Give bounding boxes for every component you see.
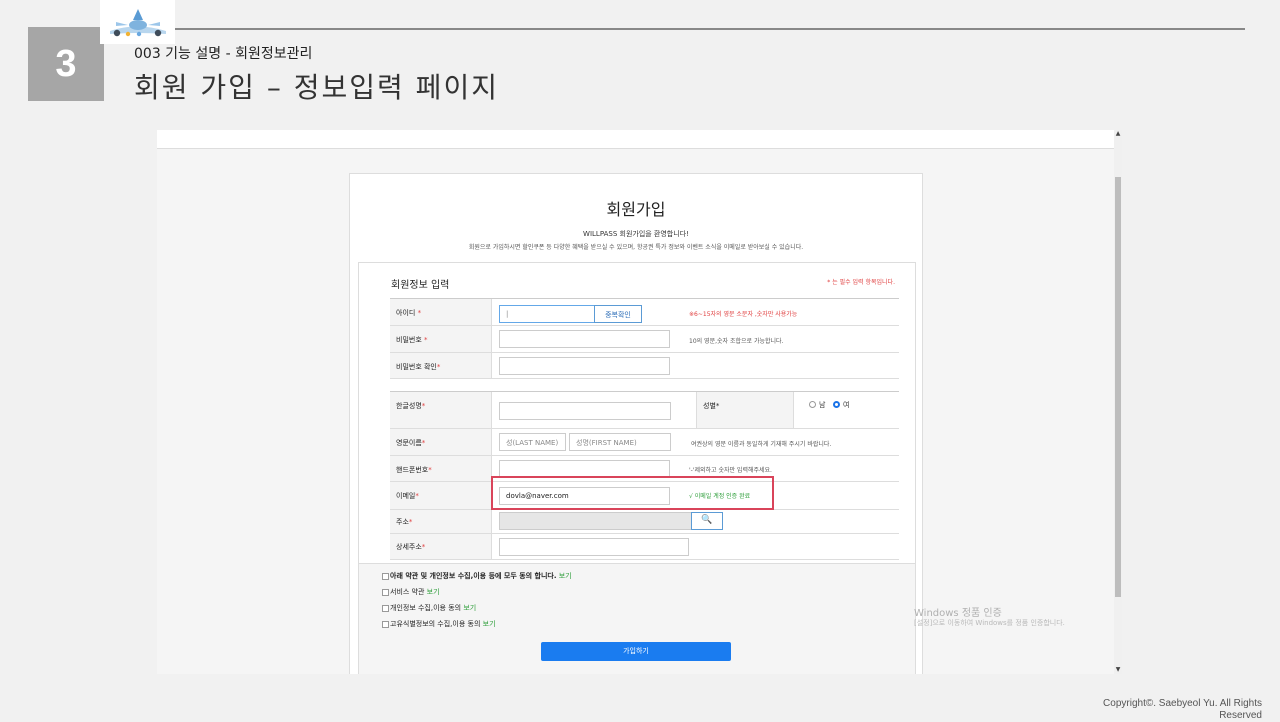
password-hint: 10의 영문,숫자 조합으로 가능합니다. [689,338,784,345]
first-name-input[interactable]: 성명(FIRST NAME) [569,433,671,451]
personal-table: 한글성명* 성별* 남 여 영문이름* 성(LAST NAME) 성명(FIRS… [390,391,899,560]
scroll-up-icon[interactable]: ▲ [1114,130,1122,138]
id-label: 아이디 * [390,299,492,325]
password-confirm-label: 비밀번호 확인* [390,353,492,378]
browser-viewport: ▲ ▼ 회원가입 WILLPASS 회원가입을 환영합니다! 회원으로 가입하시… [157,130,1122,674]
gender-male-label: 남 [819,401,826,409]
checkbox[interactable] [382,572,389,580]
signup-card: 회원가입 WILLPASS 회원가입을 환영합니다! 회원으로 가입하시면 할인… [349,173,923,674]
id-hint: ※6~15자의 영문 소문자 ,숫자만 사용가능 [689,311,798,318]
password-label: 비밀번호 * [390,326,492,352]
view-link[interactable]: 보기 [483,620,496,628]
form-heading: 회원정보 입력 [391,280,450,291]
agree-all-checkbox[interactable]: 아래 약관 및 개인정보 수집,이용 등에 모두 동의 합니다. 보기 [382,571,572,581]
last-name-input[interactable]: 성(LAST NAME) [499,433,566,451]
view-link[interactable]: 보기 [559,572,572,580]
english-name-label: 영문이름* [390,429,492,455]
gender-label: 성별* [696,392,794,428]
signup-submit-button[interactable]: 가입하기 [541,642,731,661]
gender-female-label: 여 [843,401,850,409]
password-input[interactable] [499,330,670,348]
phone-hint: '-'제외하고 숫자만 입력해주세요. [689,467,772,474]
checkbox[interactable] [382,588,389,596]
email-highlight-box [491,476,774,510]
vertical-scrollbar[interactable]: ▲ ▼ [1114,130,1122,674]
gender-male-radio[interactable] [809,401,816,408]
duplicate-check-button[interactable]: 중복확인 [594,305,642,323]
address-search-button[interactable]: 🔍 [691,512,723,530]
checkbox[interactable] [382,604,389,612]
email-label: 이메일* [390,482,492,509]
airplane-icon [100,0,175,44]
scroll-down-icon[interactable]: ▼ [1114,666,1122,674]
korean-name-label: 한글성명* [390,392,492,428]
welcome-description: 회원으로 가입하시면 할인쿠폰 등 다양한 혜택을 받으실 수 있으며, 항공권… [468,244,804,251]
slide-title: 회원 가입 – 정보입력 페이지 [134,71,499,104]
header-divider [175,28,1245,30]
required-note: * 는 필수 입력 항목입니다. [827,279,895,286]
account-table: 아이디 * | 중복확인 ※6~15자의 영문 소문자 ,숫자만 사용가능 비밀… [390,298,899,379]
table-row: 비밀번호 * 10의 영문,숫자 조합으로 가능합니다. [390,326,899,353]
slide-number: 3 [28,27,104,101]
checkbox[interactable] [382,620,389,628]
scrollbar-thumb[interactable] [1115,177,1121,597]
gender-female-radio[interactable] [833,401,840,408]
table-row: 상세주소* [390,534,899,560]
address-detail-input[interactable] [499,538,689,556]
table-row: 주소* 🔍 [390,510,899,534]
table-row: 비밀번호 확인* [390,353,899,379]
welcome-text: WILLPASS 회원가입을 환영합니다! [583,230,689,238]
page-top-bar [157,130,1114,149]
view-link[interactable]: 보기 [463,604,476,612]
page-heading: 회원가입 [606,200,666,219]
korean-name-input[interactable] [499,402,671,420]
id-input[interactable]: | [499,305,595,323]
member-info-form: 회원정보 입력 * 는 필수 입력 항목입니다. 아이디 * | 중복확인 ※6… [358,262,916,674]
password-confirm-input[interactable] [499,357,670,375]
agree-privacy-checkbox[interactable]: 개인정보 수집,이용 동의 보기 [382,603,476,613]
address-label: 주소* [390,510,492,533]
slide-subtitle: 003 기능 설명 - 회원정보관리 [134,46,313,62]
table-row: 아이디 * | 중복확인 ※6~15자의 영문 소문자 ,숫자만 사용가능 [390,299,899,326]
windows-activation-watermark: Windows 정품 인증 [914,608,1002,619]
phone-label: 핸드폰번호* [390,456,492,481]
table-row: 영문이름* 성(LAST NAME) 성명(FIRST NAME) 여권상의 영… [390,429,899,456]
view-link[interactable]: 보기 [427,588,440,596]
agree-unique-id-checkbox[interactable]: 고유식별정보의 수집,이용 동의 보기 [382,619,496,629]
english-name-hint: 여권상의 영문 이름과 동일하게 기재해 주시기 바랍니다. [691,441,832,448]
address-detail-label: 상세주소* [390,534,492,559]
search-icon: 🔍 [701,515,713,525]
table-row: 한글성명* 성별* 남 여 [390,392,899,429]
agree-service-checkbox[interactable]: 서비스 약관 보기 [382,587,440,597]
windows-activation-subtext: [설정]으로 이동하여 Windows를 정품 인증합니다. [914,619,1065,627]
copyright-text: Copyright©. Saebyeol Yu. All Rights Rese… [1103,698,1262,721]
address-input[interactable] [499,512,692,530]
